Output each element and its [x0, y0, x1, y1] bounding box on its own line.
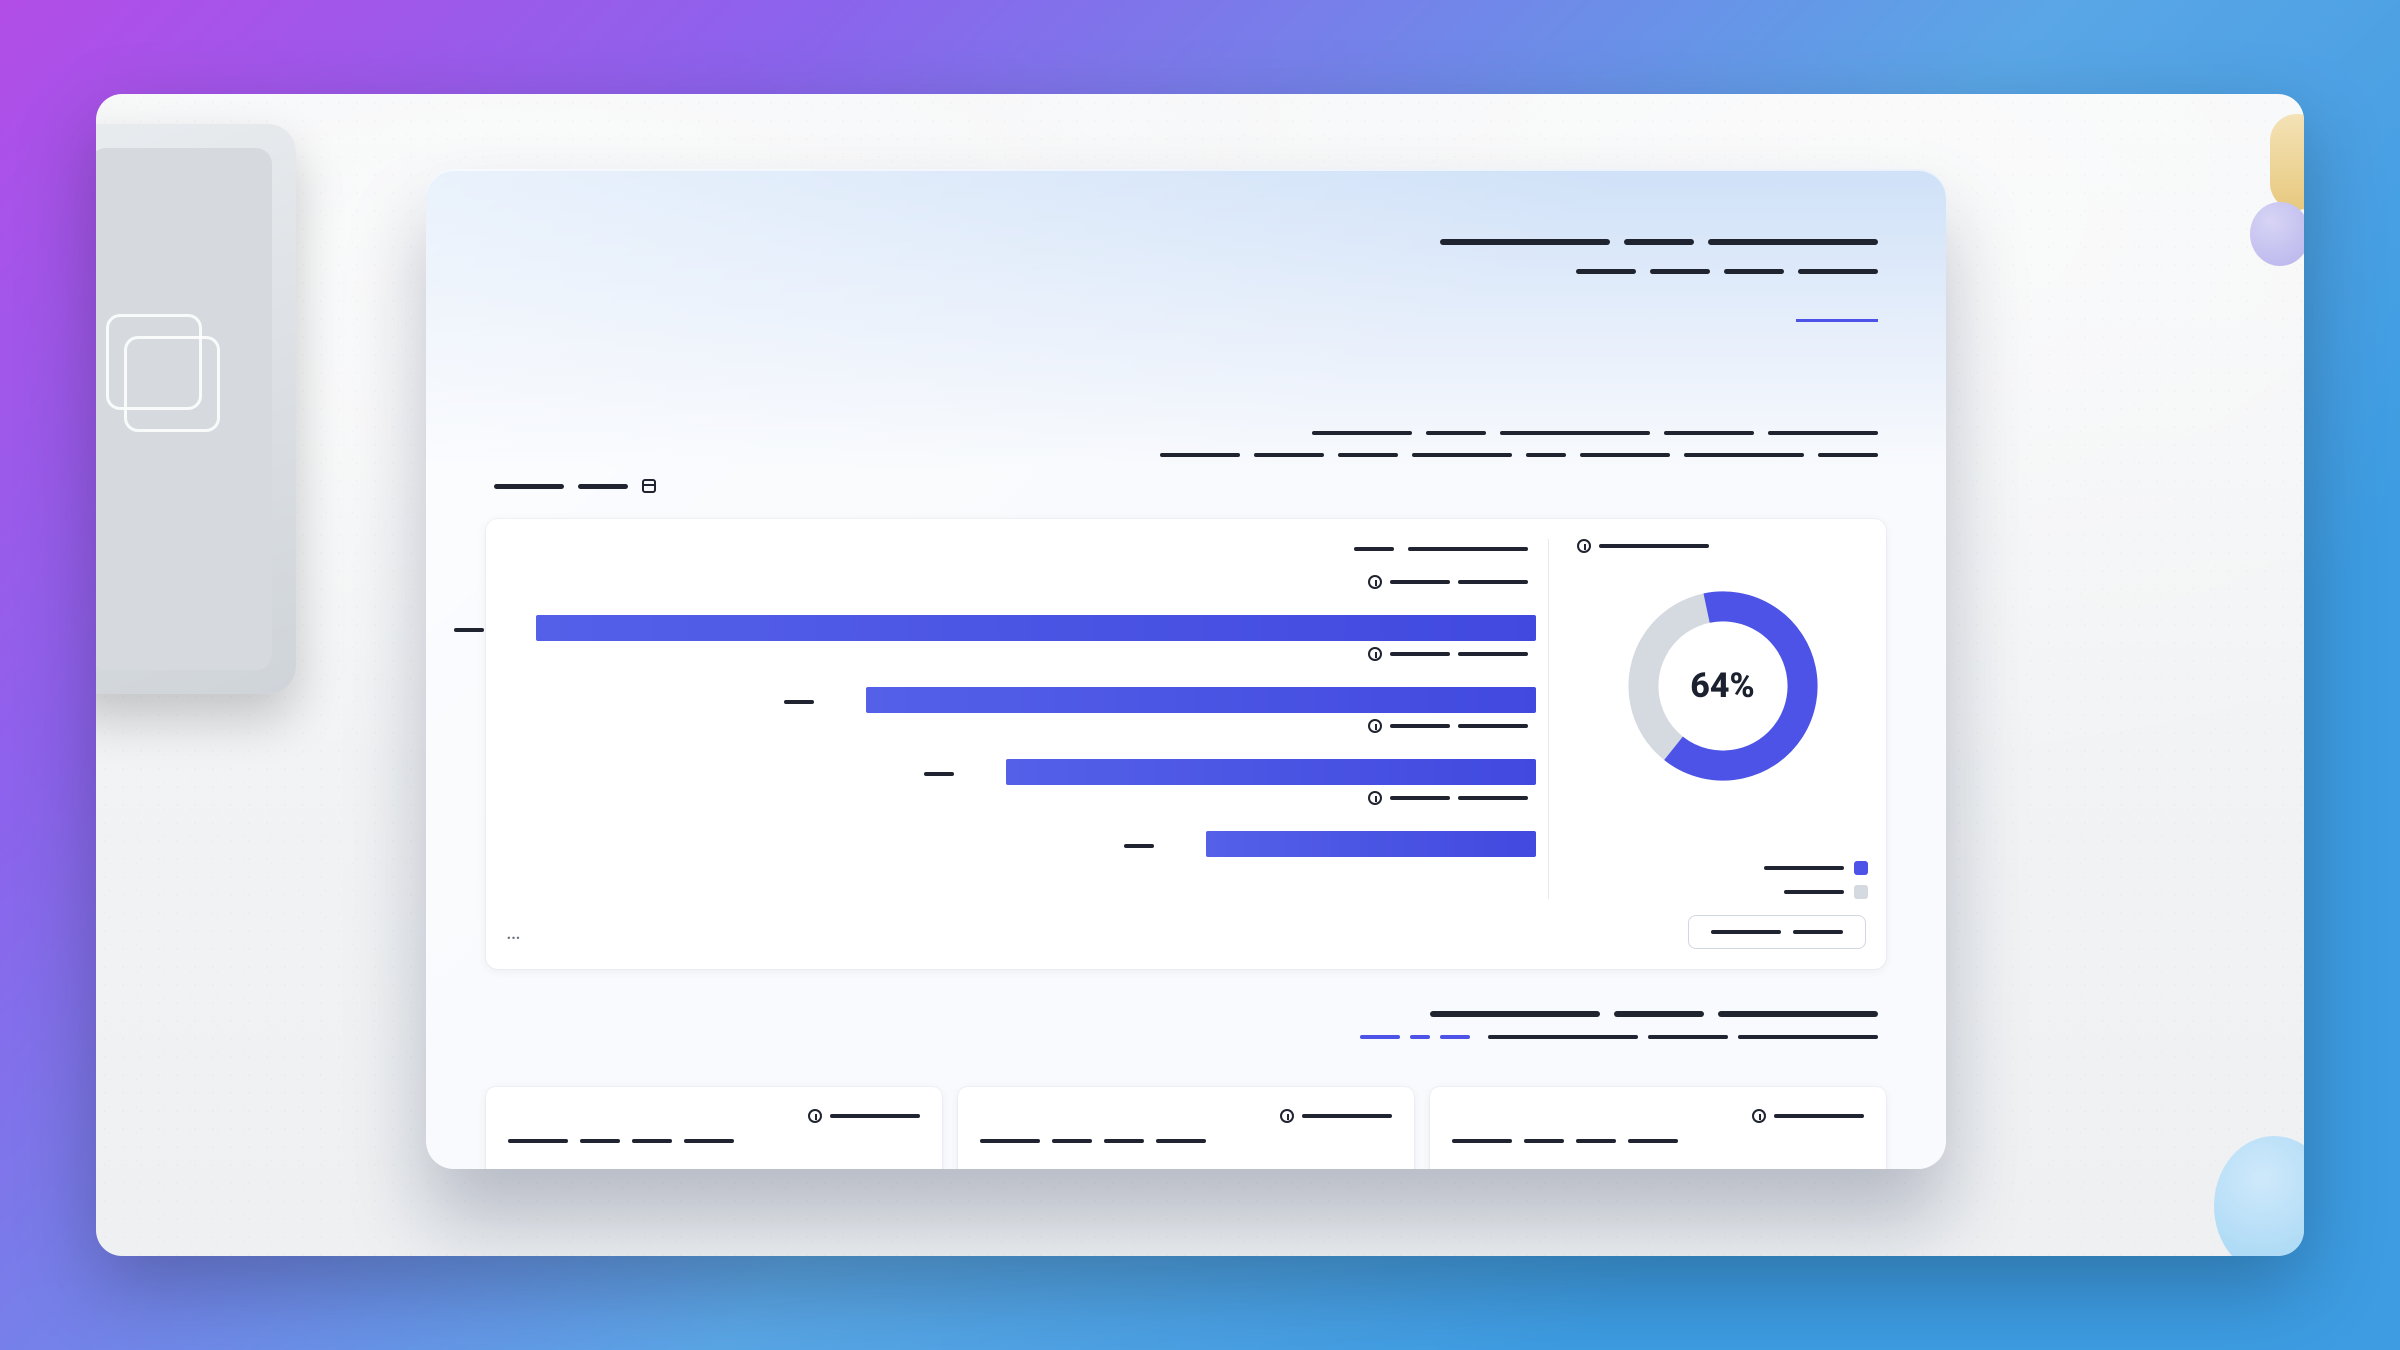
prop-top-right [2224, 114, 2304, 284]
nav-item[interactable] [1724, 269, 1784, 274]
nav-item[interactable] [1576, 269, 1636, 274]
tab[interactable] [1488, 1035, 1878, 1039]
donut-panel: 64% [1548, 539, 1868, 899]
donut-legend [1764, 851, 1868, 899]
legend-item [1764, 885, 1868, 899]
info-icon[interactable] [1280, 1109, 1294, 1123]
section-title [494, 479, 656, 493]
metrics-card: 64% … [486, 519, 1886, 969]
bar-label [784, 691, 814, 710]
card-action-button[interactable] [1688, 915, 1866, 949]
subheader [494, 431, 1878, 457]
info-icon[interactable] [1368, 791, 1382, 805]
donut-chart: 64% [1618, 581, 1828, 791]
chart-title [1354, 547, 1528, 551]
card-footer: … [506, 915, 1866, 949]
bar [1206, 831, 1536, 857]
bar [866, 687, 1536, 713]
prop-bottom-right [2214, 1136, 2304, 1256]
bar-label [1124, 835, 1154, 854]
dashboard-window: 64% … [426, 169, 1946, 1169]
window-header [494, 239, 1878, 298]
mini-card[interactable] [958, 1087, 1414, 1169]
tab[interactable] [1360, 1035, 1470, 1039]
calendar-icon[interactable] [642, 479, 656, 493]
bar [536, 615, 1536, 641]
info-icon[interactable] [1368, 719, 1382, 733]
nav-item[interactable] [1798, 269, 1878, 274]
nav-item[interactable] [1650, 269, 1710, 274]
section-2-tabs[interactable] [494, 1035, 1878, 1039]
mini-card[interactable] [1430, 1087, 1886, 1169]
prop-tablet [96, 124, 296, 694]
bar [1006, 759, 1536, 785]
info-icon[interactable] [808, 1109, 822, 1123]
mini-card[interactable] [486, 1087, 942, 1169]
info-icon[interactable] [1752, 1109, 1766, 1123]
footer-ellipsis[interactable]: … [506, 920, 524, 945]
section-2-header [494, 1011, 1878, 1039]
legend-item [1764, 861, 1868, 875]
bar-label [924, 763, 954, 782]
mini-card-row [486, 1087, 1886, 1169]
info-icon[interactable] [1368, 575, 1382, 589]
header-nav[interactable] [494, 269, 1878, 274]
donut-title [1577, 539, 1868, 553]
bar-label [454, 619, 484, 638]
info-icon[interactable] [1368, 647, 1382, 661]
scene-background: 64% … [96, 94, 2304, 1256]
page-title [494, 239, 1878, 245]
bar-chart [504, 539, 1536, 899]
info-icon[interactable] [1577, 539, 1591, 553]
donut-center-label: 64% [1618, 581, 1828, 791]
nav-active-underline [1796, 319, 1878, 322]
